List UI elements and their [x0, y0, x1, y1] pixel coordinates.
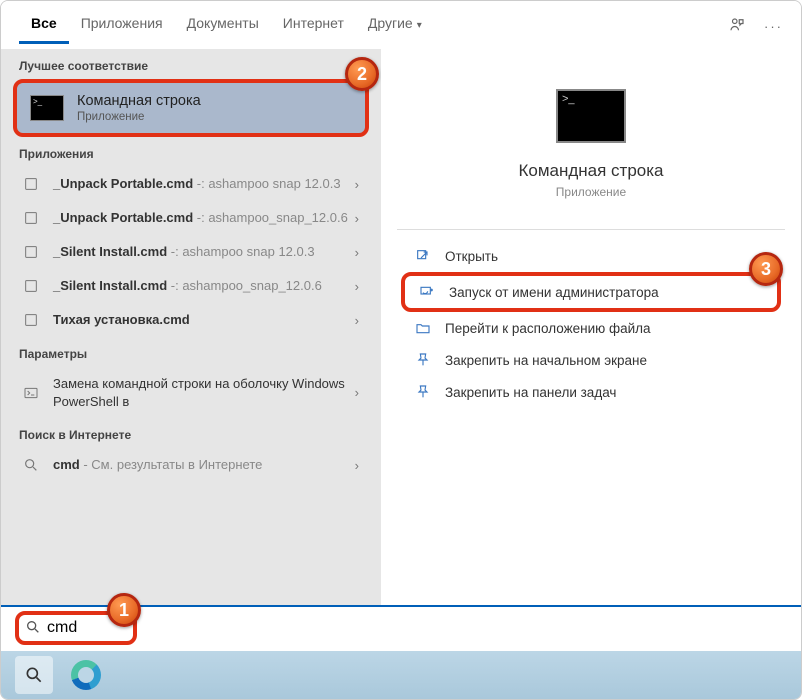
action-location-label: Перейти к расположению файла	[445, 321, 651, 336]
search-icon	[19, 456, 43, 474]
section-params: Параметры	[1, 337, 381, 367]
action-pin-taskbar[interactable]: Закрепить на панели задач	[405, 376, 777, 408]
file-icon	[19, 175, 43, 193]
app-result-1[interactable]: _Unpack Portable.cmd -: ashampoo_snap_12…	[1, 201, 381, 235]
app-result-4[interactable]: Тихая установка.cmd ›	[1, 303, 381, 337]
pin-start-icon	[411, 352, 435, 368]
file-icon	[19, 209, 43, 227]
preview-cmd-icon	[556, 89, 626, 143]
action-open-location[interactable]: Перейти к расположению файла	[405, 312, 777, 344]
chevron-right-icon: ›	[351, 279, 363, 294]
file-icon	[19, 243, 43, 261]
search-icon	[25, 619, 41, 638]
chevron-down-icon: ▾	[417, 20, 422, 31]
best-match-title: Командная строка	[77, 93, 201, 109]
open-icon	[411, 248, 435, 264]
tab-other[interactable]: Другие▾	[356, 9, 434, 44]
section-best-match: Лучшее соответствие	[1, 49, 381, 79]
app-result-2[interactable]: _Silent Install.cmd -: ashampoo snap 12.…	[1, 235, 381, 269]
more-icon[interactable]: ···	[764, 19, 783, 34]
best-match-subtitle: Приложение	[77, 111, 201, 123]
file-icon	[19, 277, 43, 295]
divider	[397, 229, 785, 230]
action-pinstart-label: Закрепить на начальном экране	[445, 353, 647, 368]
tab-all[interactable]: Все	[19, 9, 69, 44]
taskbar	[1, 651, 801, 699]
file-icon	[19, 311, 43, 329]
annotation-badge-1: 1	[107, 593, 141, 627]
chevron-right-icon: ›	[351, 211, 363, 226]
chevron-right-icon: ›	[351, 177, 363, 192]
folder-icon	[411, 320, 435, 336]
chevron-right-icon: ›	[351, 385, 363, 400]
tabs-bar: Все Приложения Документы Интернет Другие…	[1, 1, 801, 49]
search-box-callout: 1	[15, 611, 137, 645]
terminal-icon	[19, 384, 43, 402]
app-result-0[interactable]: _Unpack Portable.cmd -: ashampoo snap 12…	[1, 167, 381, 201]
chevron-right-icon: ›	[351, 458, 363, 473]
chevron-right-icon: ›	[351, 313, 363, 328]
header-right: ···	[728, 16, 797, 37]
pin-taskbar-icon	[411, 384, 435, 400]
section-apps: Приложения	[1, 137, 381, 167]
feedback-icon[interactable]	[728, 16, 746, 37]
window-search-panel: Все Приложения Документы Интернет Другие…	[0, 0, 802, 700]
action-pin-start[interactable]: Закрепить на начальном экране	[405, 344, 777, 376]
tab-docs[interactable]: Документы	[175, 9, 271, 44]
annotation-badge-2: 2	[345, 57, 379, 91]
action-open-label: Открыть	[445, 249, 498, 264]
preview-title: Командная строка	[405, 161, 777, 181]
preview-subtitle: Приложение	[405, 185, 777, 199]
search-panel: Все Приложения Документы Интернет Другие…	[1, 1, 801, 649]
results-column: Лучшее соответствие Командная строка При…	[1, 49, 381, 649]
cmd-icon	[29, 94, 65, 122]
action-admin-label: Запуск от имени администратора	[449, 285, 659, 300]
taskbar-search-button[interactable]	[15, 656, 53, 694]
section-web: Поиск в Интернете	[1, 418, 381, 448]
action-open[interactable]: Открыть	[405, 240, 777, 272]
chevron-right-icon: ›	[351, 245, 363, 260]
best-match-wrap: Командная строка Приложение 2	[13, 79, 369, 137]
main-area: Лучшее соответствие Командная строка При…	[1, 49, 801, 649]
tab-internet[interactable]: Интернет	[271, 9, 356, 44]
action-pintaskbar-label: Закрепить на панели задач	[445, 385, 616, 400]
web-result-0[interactable]: cmd - См. результаты в Интернете ›	[1, 448, 381, 482]
annotation-badge-3: 3	[749, 252, 783, 286]
tab-apps[interactable]: Приложения	[69, 9, 175, 44]
app-result-3[interactable]: _Silent Install.cmd -: ashampoo_snap_12.…	[1, 269, 381, 303]
edge-icon	[71, 660, 101, 690]
search-input[interactable]	[47, 619, 113, 637]
action-run-admin[interactable]: Запуск от имени администратора	[401, 272, 781, 312]
param-result-0[interactable]: Замена командной строки на оболочку Wind…	[1, 367, 381, 418]
admin-icon	[415, 284, 439, 300]
best-match-item[interactable]: Командная строка Приложение	[13, 79, 369, 137]
search-box-row: 1	[1, 605, 801, 649]
preview-column: Командная строка Приложение Открыть Запу…	[381, 49, 801, 649]
taskbar-edge-button[interactable]	[67, 656, 105, 694]
